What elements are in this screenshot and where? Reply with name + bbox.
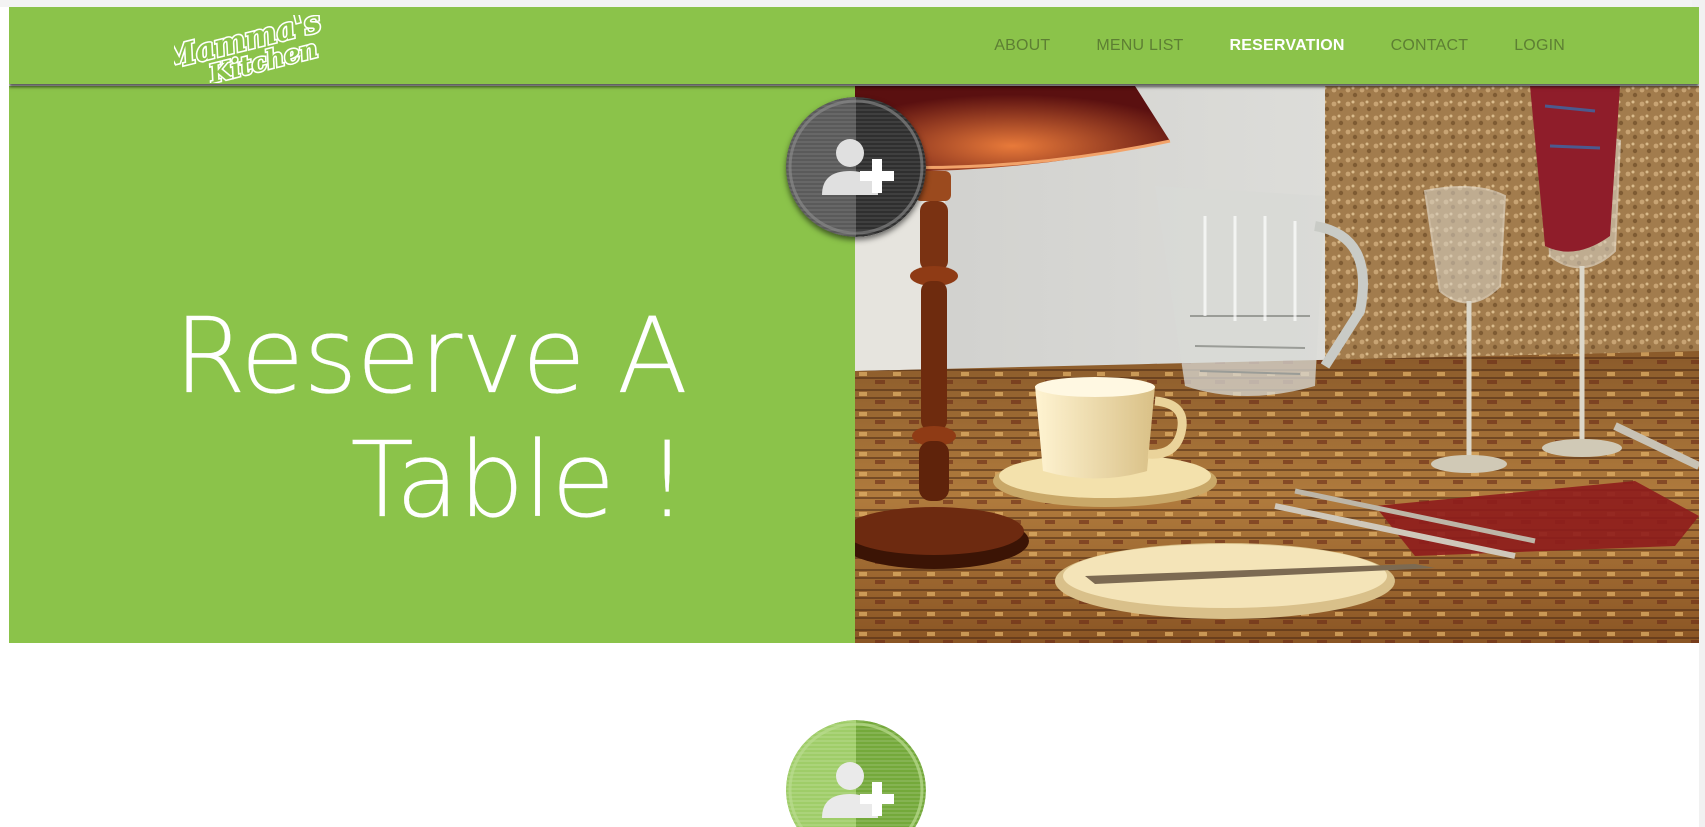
hero-panel: Reserve A Table ! — [9, 86, 855, 643]
hero-title: Reserve A Table ! — [173, 294, 688, 542]
page: Mamma's Kitchen ABOUT MENU LIST RESERVAT… — [9, 7, 1699, 827]
add-user-badge-dark — [786, 97, 926, 237]
nav-menu-list[interactable]: MENU LIST — [1096, 37, 1183, 55]
site-logo[interactable]: Mamma's Kitchen — [174, 15, 324, 83]
hero-title-line1: Reserve A — [173, 294, 688, 417]
nav-login[interactable]: LOGIN — [1514, 37, 1565, 55]
nav-about[interactable]: ABOUT — [994, 37, 1050, 55]
restaurant-table-photo — [855, 86, 1699, 643]
main-nav: ABOUT MENU LIST RESERVATION CONTACT LOGI… — [948, 7, 1565, 84]
navbar: Mamma's Kitchen ABOUT MENU LIST RESERVAT… — [9, 7, 1699, 84]
nav-contact[interactable]: CONTACT — [1391, 37, 1469, 55]
add-user-badge-green — [786, 720, 926, 827]
hero-title-line2: Table ! — [350, 418, 688, 541]
browser-top-strip — [0, 0, 1705, 7]
nav-reservation[interactable]: RESERVATION — [1230, 37, 1345, 55]
